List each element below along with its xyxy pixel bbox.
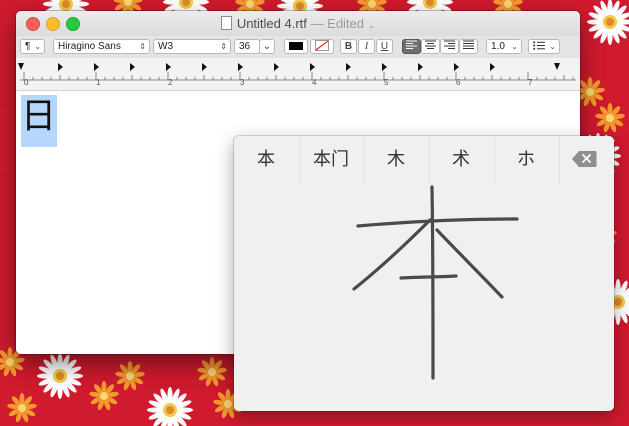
font-size-value: 36: [239, 41, 251, 52]
font-size-menu[interactable]: ⌄: [259, 39, 275, 54]
ruler-number: 3: [240, 78, 245, 87]
align-left-button[interactable]: [402, 39, 421, 54]
tab-stop[interactable]: [94, 63, 99, 71]
ruler-number: 7: [528, 78, 533, 87]
align-right-icon: [444, 40, 455, 49]
candidate[interactable]: ホ: [494, 136, 558, 184]
handwriting-input-panel: 本 本门 木 术 ホ: [234, 136, 614, 411]
candidate-bar: 本 本门 木 术 ホ: [234, 136, 614, 184]
ruler-number: 2: [168, 78, 173, 87]
up-down-arrows-icon: ⇕: [220, 42, 227, 51]
ruler-number: 0: [24, 78, 29, 87]
align-right-button[interactable]: [440, 39, 459, 54]
candidate[interactable]: 术: [429, 136, 493, 184]
paragraph-icon: ¶: [25, 41, 31, 52]
tab-stop[interactable]: [166, 63, 171, 71]
ruler-number: 5: [384, 78, 389, 87]
candidate[interactable]: 本门: [299, 136, 363, 184]
list-bullets-icon: [533, 41, 545, 50]
font-weight-value: W3: [158, 41, 173, 52]
ruler[interactable]: 0 1 2 3 4 5 6 7: [16, 58, 580, 91]
font-family-value: Hiragino Sans: [58, 41, 121, 52]
window-title[interactable]: Untitled 4.rtf — Edited ⌄: [16, 16, 580, 31]
tab-stop[interactable]: [418, 63, 423, 71]
tab-stop[interactable]: [58, 63, 63, 71]
delete-left-icon[interactable]: [571, 150, 597, 168]
tab-stop[interactable]: [490, 63, 495, 71]
document-icon: [220, 16, 232, 30]
chevron-down-icon: ⌄: [549, 42, 556, 51]
align-center-icon: [425, 40, 436, 49]
text-color-well[interactable]: [284, 39, 308, 54]
edited-status: — Edited: [310, 16, 365, 31]
font-family-select[interactable]: Hiragino Sans ⇕: [53, 39, 150, 54]
handwriting-drawing-area[interactable]: [234, 184, 614, 411]
font-weight-select[interactable]: W3 ⇕: [153, 39, 231, 54]
ink-stroke: [399, 274, 458, 280]
align-justify-icon: [463, 40, 474, 49]
chevron-down-icon: ⌄: [511, 42, 518, 51]
format-toolbar: ¶ ⌄ Hiragino Sans ⇕ W3 ⇕ 36 ⌄ B I U 1.0 …: [16, 36, 580, 58]
tab-stop[interactable]: [202, 63, 207, 71]
bold-button[interactable]: B: [340, 39, 357, 54]
chevron-down-icon: ⌄: [367, 20, 376, 30]
title-bar[interactable]: Untitled 4.rtf — Edited ⌄: [16, 11, 580, 36]
font-size-field[interactable]: 36: [234, 39, 260, 54]
paragraph-style-menu[interactable]: ¶ ⌄: [20, 39, 45, 54]
list-style-menu[interactable]: ⌄: [528, 39, 560, 54]
align-left-icon: [406, 40, 417, 49]
ruler-number: 6: [456, 78, 461, 87]
underline-button[interactable]: U: [376, 39, 393, 54]
ruler-number: 4: [312, 78, 317, 87]
window-title-text: Untitled 4.rtf: [236, 16, 307, 31]
tab-stop[interactable]: [310, 63, 315, 71]
candidate-divider: [559, 136, 560, 184]
chevron-down-icon: ⌄: [34, 42, 41, 51]
ruler-number: 1: [96, 78, 101, 87]
line-spacing-value: 1.0: [491, 41, 505, 52]
chevron-down-icon: ⌄: [262, 41, 272, 52]
tab-stop[interactable]: [238, 63, 243, 71]
italic-button[interactable]: I: [358, 39, 375, 54]
align-center-button[interactable]: [421, 39, 440, 54]
ink-stroke: [356, 217, 519, 228]
ink-stroke: [430, 185, 435, 380]
tab-stop[interactable]: [382, 63, 387, 71]
document-text[interactable]: 日: [21, 97, 56, 137]
align-justify-button[interactable]: [459, 39, 478, 54]
text-color-swatch: [289, 42, 303, 50]
up-down-arrows-icon: ⇕: [139, 42, 146, 51]
tab-stop[interactable]: [454, 63, 459, 71]
background-color-well[interactable]: [310, 39, 334, 54]
candidate[interactable]: 木: [364, 136, 428, 184]
line-spacing-select[interactable]: 1.0 ⌄: [486, 39, 522, 54]
ruler-ticks: [20, 72, 576, 81]
tab-stop[interactable]: [346, 63, 351, 71]
candidate[interactable]: 本: [234, 136, 298, 184]
first-line-indent-marker[interactable]: [18, 63, 24, 70]
right-margin-marker[interactable]: [554, 63, 560, 70]
no-color-icon: [315, 40, 329, 51]
tab-stop[interactable]: [274, 63, 279, 71]
tab-stop[interactable]: [130, 63, 135, 71]
ink-stroke: [435, 228, 504, 299]
